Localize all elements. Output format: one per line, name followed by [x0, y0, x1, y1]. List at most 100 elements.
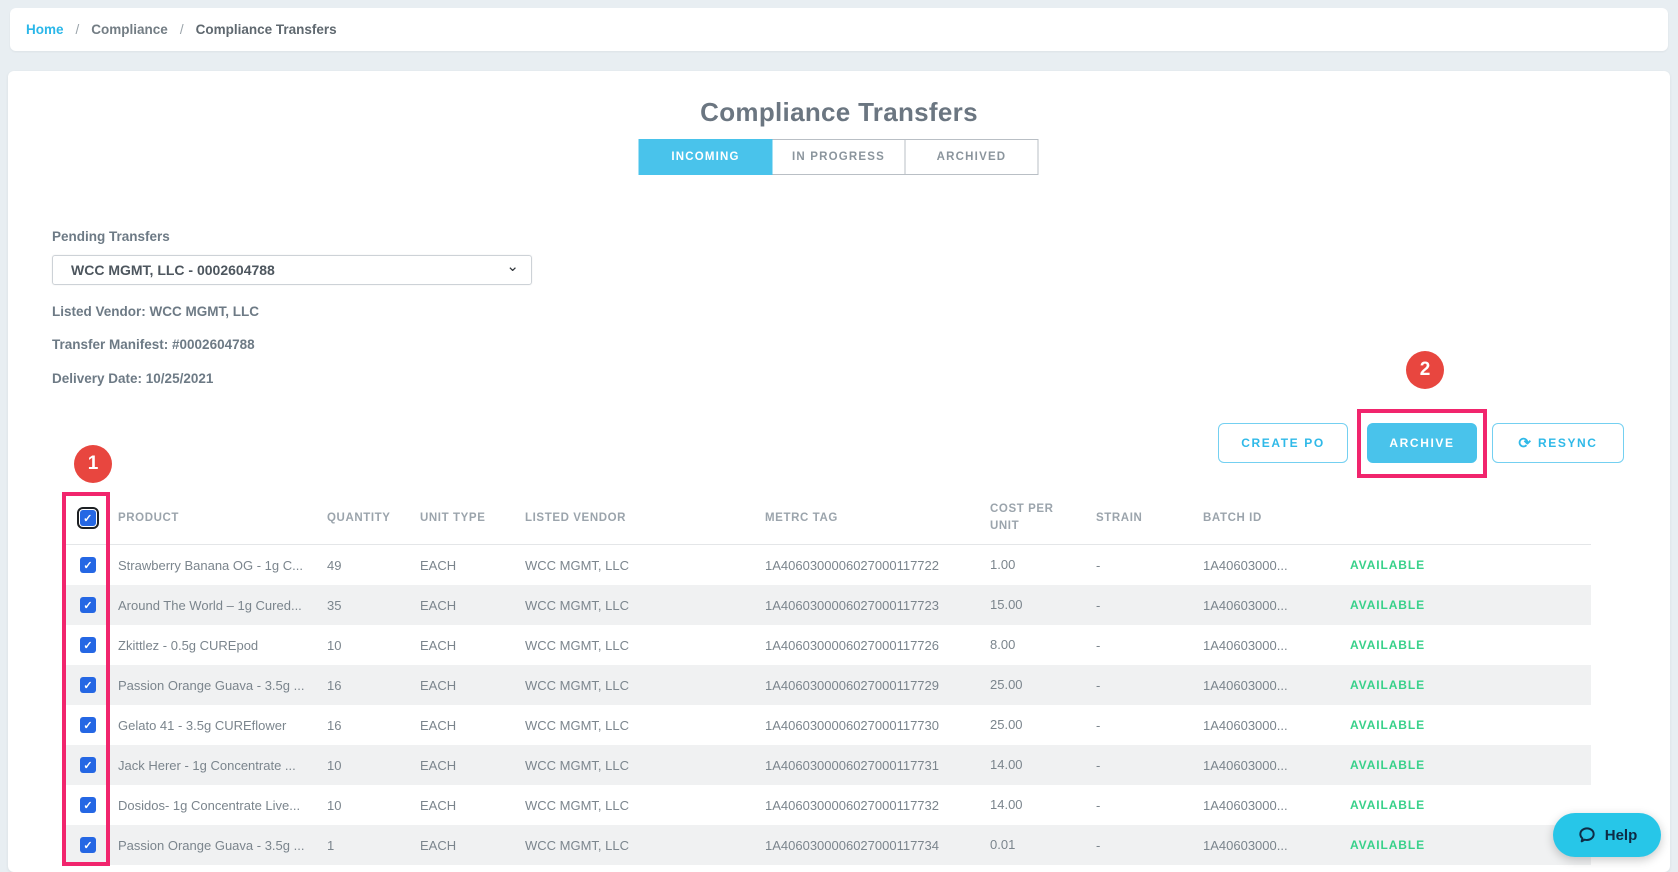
transfer-manifest-text: Transfer Manifest: #0002604788	[52, 337, 255, 352]
row-checkbox[interactable]	[80, 597, 96, 613]
breadcrumb-compliance-link[interactable]: Compliance	[91, 22, 168, 37]
cost-per-unit-cell: 0.01	[990, 836, 1016, 852]
row-checkbox[interactable]	[80, 757, 96, 773]
row-checkbox-cell	[64, 757, 112, 773]
transfer-status-tabs: INCOMING IN PROGRESS ARCHIVED	[638, 139, 1039, 175]
batch-id-cell: 1A40603000...	[1203, 717, 1288, 733]
column-listed-vendor-header: LISTED VENDOR	[525, 512, 627, 524]
row-checkbox[interactable]	[80, 677, 96, 693]
cost-per-unit-cell: 14.00	[990, 796, 1023, 812]
breadcrumb-separator: /	[179, 22, 184, 37]
breadcrumb: Home / Compliance / Compliance Transfers	[10, 8, 1668, 51]
annotation-badge-1: 1	[74, 445, 112, 483]
column-batch-id-header: BATCH ID	[1203, 512, 1262, 524]
column-cost-per-unit-header: COST PER UNIT	[990, 503, 1054, 532]
cost-per-unit-cell: 15.00	[990, 596, 1023, 612]
metrc-tag-cell: 1A4060300006027000117722	[765, 557, 939, 573]
status-badge: AVAILABLE	[1350, 718, 1425, 732]
unit-type-cell: EACH	[420, 717, 457, 733]
create-po-button[interactable]: CREATE PO	[1218, 423, 1348, 463]
column-metrc-tag-header: METRC TAG	[765, 512, 838, 524]
status-badge: AVAILABLE	[1350, 558, 1425, 572]
row-checkbox[interactable]	[80, 637, 96, 653]
strain-cell: -	[1096, 597, 1101, 613]
archive-button[interactable]: ARCHIVE	[1367, 423, 1477, 463]
row-checkbox-cell	[64, 557, 112, 573]
product-cell: Dosidos- 1g Concentrate Live...	[118, 797, 301, 813]
metrc-tag-cell: 1A4060300006027000117732	[765, 797, 939, 813]
batch-id-cell: 1A40603000...	[1203, 597, 1288, 613]
quantity-cell: 10	[327, 797, 342, 813]
pending-transfers-select[interactable]: WCC MGMT, LLC - 0002604788 ⌄	[52, 255, 532, 285]
column-quantity-header: QUANTITY	[327, 512, 391, 524]
resync-button[interactable]: ⟳ RESYNC	[1492, 423, 1624, 463]
help-button[interactable]: Help	[1553, 813, 1661, 857]
breadcrumb-home-link[interactable]: Home	[26, 22, 64, 37]
tab-incoming[interactable]: INCOMING	[638, 139, 773, 175]
cost-per-unit-cell: 25.00	[990, 676, 1023, 692]
listed-vendor-cell: WCC MGMT, LLC	[525, 677, 629, 693]
tab-archived[interactable]: ARCHIVED	[904, 139, 1039, 175]
resync-icon: ⟳	[1518, 434, 1531, 452]
status-badge: AVAILABLE	[1350, 598, 1425, 612]
product-cell: Around The World – 1g Cured...	[118, 597, 302, 613]
resync-button-label: RESYNC	[1537, 436, 1598, 450]
batch-id-cell: 1A40603000...	[1203, 677, 1288, 693]
product-cell: Gelato 41 - 3.5g CUREflower	[118, 717, 287, 733]
select-all-checkbox[interactable]	[77, 507, 99, 529]
listed-vendor-cell: WCC MGMT, LLC	[525, 637, 629, 653]
breadcrumb-separator: /	[75, 22, 80, 37]
listed-vendor-text: Listed Vendor: WCC MGMT, LLC	[52, 304, 259, 319]
metrc-tag-cell: 1A4060300006027000117726	[765, 637, 939, 653]
row-checkbox-cell	[64, 637, 112, 653]
quantity-cell: 16	[327, 677, 342, 693]
listed-vendor-cell: WCC MGMT, LLC	[525, 557, 629, 573]
delivery-date-text: Delivery Date: 10/25/2021	[52, 371, 214, 386]
unit-type-cell: EACH	[420, 557, 457, 573]
batch-id-cell: 1A40603000...	[1203, 637, 1288, 653]
product-cell: Passion Orange Guava - 3.5g ...	[118, 677, 305, 693]
quantity-cell: 10	[327, 757, 342, 773]
product-cell: Jack Herer - 1g Concentrate ...	[118, 757, 296, 773]
unit-type-cell: EACH	[420, 597, 457, 613]
metrc-tag-cell: 1A4060300006027000117729	[765, 677, 939, 693]
row-checkbox[interactable]	[80, 797, 96, 813]
cost-per-unit-cell: 1.00	[990, 556, 1016, 572]
help-button-label: Help	[1604, 826, 1638, 844]
row-checkbox[interactable]	[80, 717, 96, 733]
strain-cell: -	[1096, 837, 1101, 853]
batch-id-cell: 1A40603000...	[1203, 757, 1288, 773]
unit-type-cell: EACH	[420, 837, 457, 853]
column-product-header: PRODUCT	[118, 512, 180, 524]
cost-per-unit-cell: 8.00	[990, 636, 1016, 652]
batch-id-cell: 1A40603000...	[1203, 557, 1288, 573]
column-strain-header: STRAIN	[1096, 512, 1143, 524]
row-checkbox[interactable]	[80, 557, 96, 573]
batch-id-cell: 1A40603000...	[1203, 797, 1288, 813]
breadcrumb-current-page: Compliance Transfers	[195, 22, 337, 37]
product-cell: Zkittlez - 0.5g CUREpod	[118, 637, 259, 653]
row-checkbox[interactable]	[80, 837, 96, 853]
column-unit-type-header: UNIT TYPE	[420, 512, 486, 524]
unit-type-cell: EACH	[420, 757, 457, 773]
row-checkbox-cell	[64, 717, 112, 733]
annotation-badge-2: 2	[1406, 351, 1444, 389]
row-checkbox-cell	[64, 797, 112, 813]
cost-per-unit-cell: 14.00	[990, 756, 1023, 772]
row-checkbox-cell	[64, 677, 112, 693]
tab-in-progress[interactable]: IN PROGRESS	[771, 139, 906, 175]
metrc-tag-cell: 1A4060300006027000117723	[765, 597, 939, 613]
batch-id-cell: 1A40603000...	[1203, 837, 1288, 853]
table-body: Strawberry Banana OG - 1g C... 49 EACH W…	[64, 545, 1591, 865]
status-badge: AVAILABLE	[1350, 678, 1425, 692]
strain-cell: -	[1096, 557, 1101, 573]
page-title: Compliance Transfers	[700, 97, 978, 127]
strain-cell: -	[1096, 797, 1101, 813]
table-row: Gelato 41 - 3.5g CUREflower 16 EACH WCC …	[64, 705, 1591, 745]
status-badge: AVAILABLE	[1350, 758, 1425, 772]
strain-cell: -	[1096, 677, 1101, 693]
quantity-cell: 49	[327, 557, 342, 573]
listed-vendor-cell: WCC MGMT, LLC	[525, 797, 629, 813]
pending-transfers-selected-value: WCC MGMT, LLC - 0002604788	[71, 262, 275, 278]
strain-cell: -	[1096, 757, 1101, 773]
